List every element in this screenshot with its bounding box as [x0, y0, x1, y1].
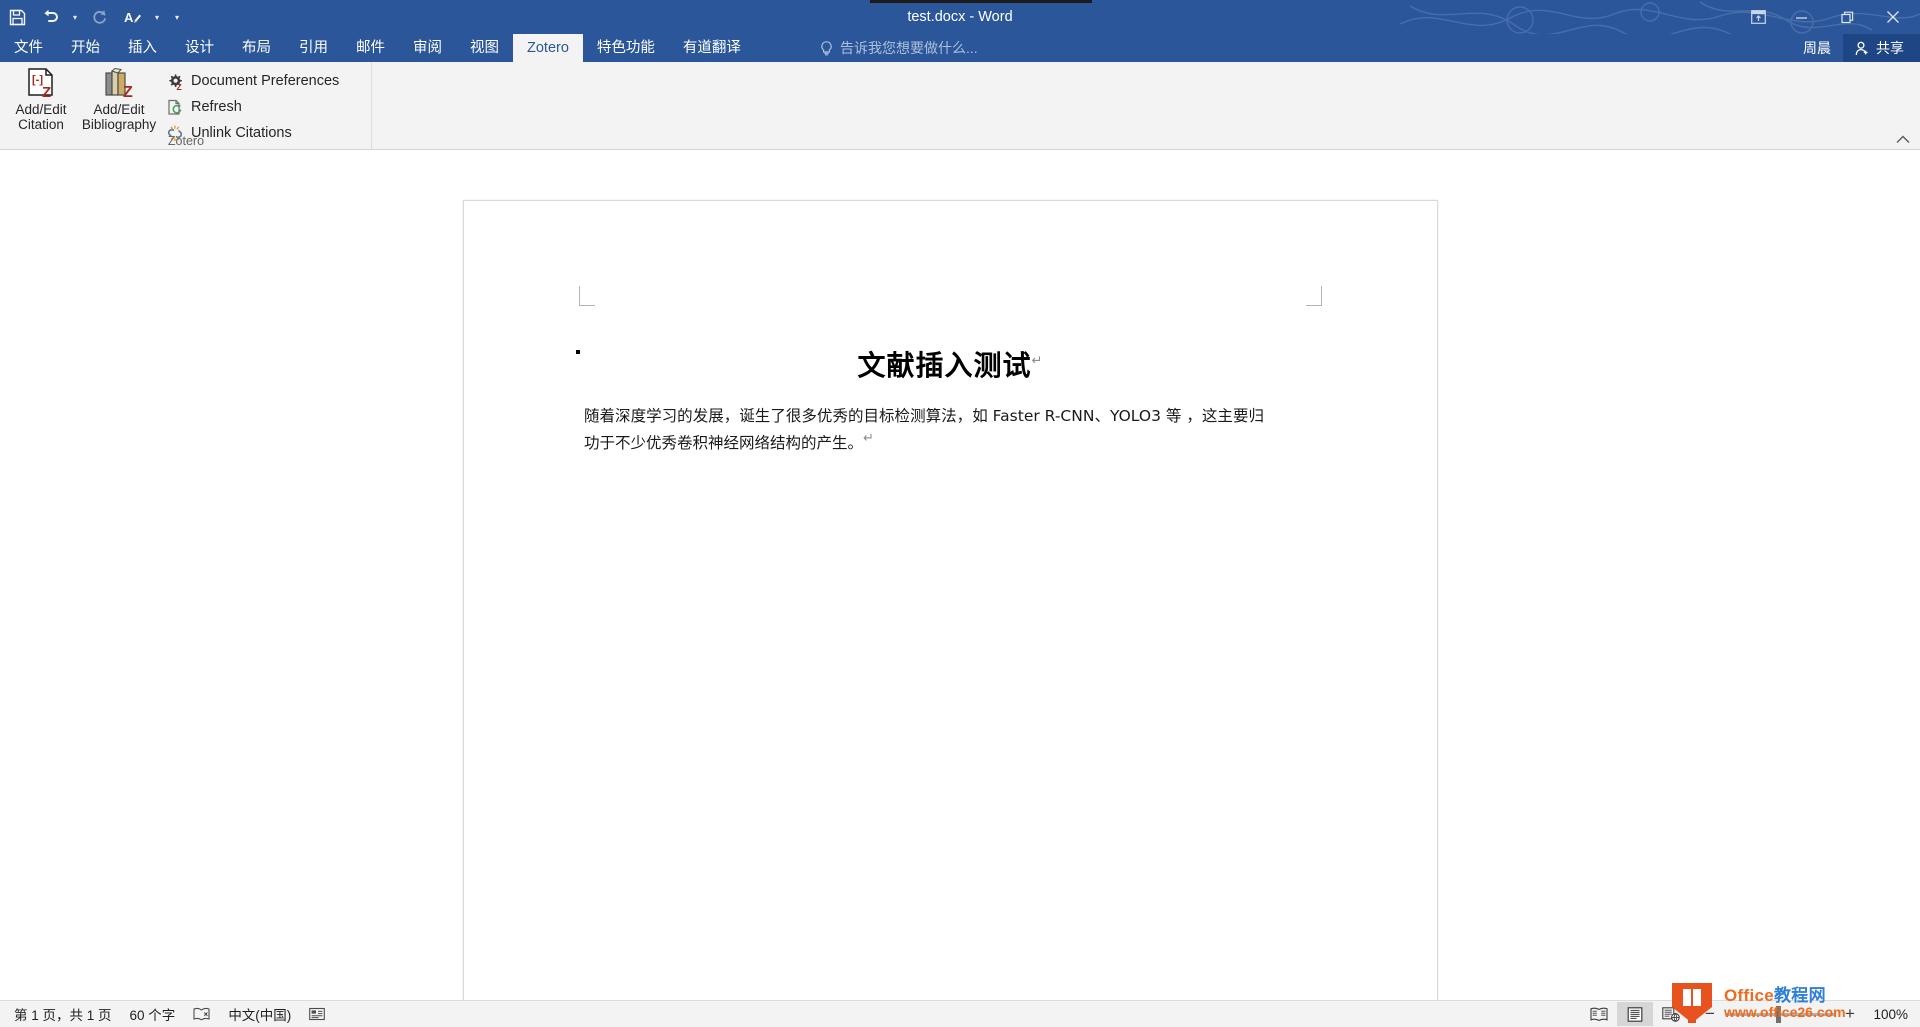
margin-mark-top-right	[1306, 286, 1322, 306]
add-edit-citation-label-line1: Add/Edit	[15, 102, 67, 117]
document-heading: 文献插入测试↵	[464, 344, 1437, 384]
ribbon-tab-设计[interactable]: 设计	[171, 34, 228, 62]
ribbon-tab-文件[interactable]: 文件	[0, 34, 57, 62]
page-info[interactable]: 第 1 页，共 1 页	[14, 1004, 112, 1024]
margin-mark-top-left	[579, 286, 595, 306]
title-bar: ▾ A ▾ ▾ test.docx - Word	[0, 0, 1920, 34]
ribbon-tabs: 文件 开始 插入 设计 布局 引用 邮件 审阅 视图 Zotero 特色功能 有道翻译	[0, 34, 755, 62]
record-macro-icon[interactable]	[309, 1007, 326, 1021]
status-bar-right: − + 100%	[1581, 1002, 1912, 1026]
restore-button[interactable]	[1824, 2, 1870, 32]
ribbon-tab-引用[interactable]: 引用	[285, 34, 342, 62]
ribbon-tab-布局[interactable]: 布局	[228, 34, 285, 62]
window-controls	[1738, 0, 1916, 34]
ribbon-display-options-icon[interactable]	[1738, 2, 1778, 32]
ribbon: [-] Z Add/Edit Citation Z Add/Edit Bibli…	[0, 62, 1920, 150]
close-button[interactable]	[1870, 2, 1916, 32]
document-heading-text: 文献插入测试	[857, 349, 1032, 382]
add-edit-bibliography-label-line2: Bibliography	[81, 117, 157, 132]
ribbon-tab-strip: 文件 开始 插入 设计 布局 引用 邮件 审阅 视图 Zotero 特色功能 有道翻译 告诉我您想要做…	[0, 34, 1920, 62]
ribbon-tab-邮件[interactable]: 邮件	[342, 34, 399, 62]
zoom-in-button[interactable]: +	[1843, 1004, 1857, 1024]
bibliography-books-icon: Z	[102, 66, 136, 102]
ribbon-tab-视图[interactable]: 视图	[456, 34, 513, 62]
add-edit-bibliography-label-line1: Add/Edit	[93, 102, 145, 117]
status-bar-left: 第 1 页，共 1 页 60 个字 中文(中国)	[0, 1004, 326, 1024]
zoom-control: − + 100%	[1689, 1004, 1912, 1024]
status-bar: 第 1 页，共 1 页 60 个字 中文(中国) − + 100% Office…	[0, 983, 1920, 1027]
print-layout-button[interactable]	[1617, 1002, 1653, 1026]
language-indicator[interactable]: 中文(中国)	[228, 1004, 291, 1024]
refresh-button[interactable]: Refresh	[166, 94, 347, 120]
svg-text:Z: Z	[42, 84, 51, 101]
body-pilcrow-icon: ↵	[863, 430, 874, 446]
account-area: 周晨 共享	[1791, 34, 1920, 62]
document-preferences-button[interactable]: Z Document Preferences	[166, 68, 347, 94]
word-application-window: ▾ A ▾ ▾ test.docx - Word 文件 开始 插入 设计 布局 …	[0, 0, 1920, 1027]
account-name[interactable]: 周晨	[1791, 38, 1843, 58]
tell-me-placeholder: 告诉我您想要做什么...	[840, 40, 978, 56]
person-share-icon	[1855, 41, 1868, 55]
zoom-slider[interactable]	[1726, 1005, 1834, 1023]
proofing-errors-icon[interactable]	[193, 1007, 210, 1021]
ribbon-tab-zotero[interactable]: Zotero	[513, 34, 583, 62]
window-title: test.docx - Word	[907, 9, 1013, 25]
ribbon-tab-开始[interactable]: 开始	[57, 34, 114, 62]
ribbon-tab-审阅[interactable]: 审阅	[399, 34, 456, 62]
citation-document-icon: [-] Z	[24, 66, 58, 102]
refresh-icon	[166, 98, 184, 116]
lightbulb-icon	[821, 40, 832, 55]
zoom-out-button[interactable]: −	[1703, 1004, 1717, 1024]
document-body-paragraph: 随着深度学习的发展，诞生了很多优秀的目标检测算法，如 Faster R-CNN、…	[584, 406, 1264, 454]
document-page[interactable]: 文献插入测试↵ 随着深度学习的发展，诞生了很多优秀的目标检测算法，如 Faste…	[463, 200, 1438, 1027]
document-canvas[interactable]: 文献插入测试↵ 随着深度学习的发展，诞生了很多优秀的目标检测算法，如 Faste…	[0, 150, 1920, 1027]
add-edit-citation-label-line2: Citation	[18, 117, 64, 132]
ribbon-group-label: Zotero	[167, 134, 205, 148]
add-edit-citation-button[interactable]: [-] Z Add/Edit Citation	[2, 66, 80, 132]
svg-text:Z: Z	[123, 84, 133, 101]
gear-z-icon: Z	[166, 72, 184, 90]
svg-text:Z: Z	[176, 82, 181, 90]
document-body-text: 随着深度学习的发展，诞生了很多优秀的目标检测算法，如 Faster R-CNN、…	[584, 407, 1264, 452]
refresh-label: Refresh	[191, 99, 242, 115]
heading-pilcrow-icon: ↵	[1031, 353, 1044, 369]
ribbon-tab-有道翻译[interactable]: 有道翻译	[669, 34, 755, 62]
share-button[interactable]: 共享	[1843, 34, 1920, 62]
read-mode-button[interactable]	[1581, 1002, 1617, 1026]
web-layout-button[interactable]	[1653, 1002, 1689, 1026]
collapse-ribbon-button[interactable]	[1896, 133, 1910, 147]
ribbon-group-zotero: [-] Z Add/Edit Citation Z Add/Edit Bibli…	[0, 62, 372, 150]
share-label: 共享	[1876, 40, 1904, 56]
zoom-slider-thumb[interactable]	[1776, 1005, 1781, 1023]
ribbon-tab-特色功能[interactable]: 特色功能	[583, 34, 669, 62]
word-count[interactable]: 60 个字	[130, 1004, 176, 1024]
minimize-button[interactable]	[1778, 2, 1824, 32]
tell-me-search[interactable]: 告诉我您想要做什么...	[820, 34, 978, 62]
ribbon-tab-插入[interactable]: 插入	[114, 34, 171, 62]
document-preferences-label: Document Preferences	[191, 73, 340, 89]
add-edit-bibliography-button[interactable]: Z Add/Edit Bibliography	[80, 66, 158, 132]
zoom-percentage[interactable]: 100%	[1866, 1007, 1912, 1022]
